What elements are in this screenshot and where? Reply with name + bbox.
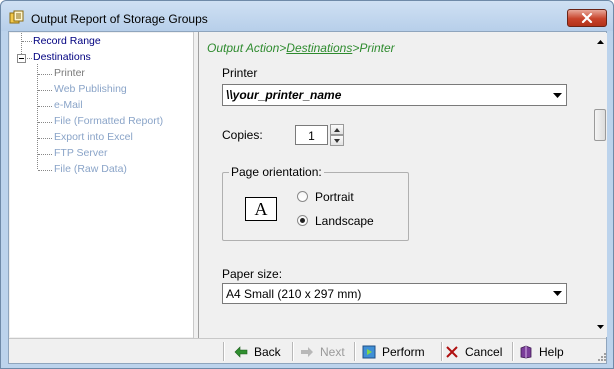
vertical-scrollbar[interactable] xyxy=(593,33,607,337)
cancel-button-label: Cancel xyxy=(465,344,503,359)
cancel-x-icon xyxy=(446,345,458,358)
scroll-down-button[interactable] xyxy=(593,320,607,334)
copies-decrement-button[interactable] xyxy=(330,135,344,146)
help-book-icon xyxy=(520,345,532,358)
breadcrumb: Output Action>Destinations>Printer xyxy=(207,41,395,55)
tree-connector xyxy=(38,74,52,75)
page-icon-glyph: A xyxy=(254,198,268,219)
printer-settings-panel: Output Action>Destinations>Printer Print… xyxy=(199,33,592,337)
button-separator xyxy=(441,342,443,361)
paper-size-select[interactable]: A4 Small (210 x 297 mm) xyxy=(222,283,567,304)
breadcrumb-prefix: Output Action> xyxy=(207,41,287,55)
destination-tree: Record Range Destinations Printer Web Pu… xyxy=(10,33,193,337)
scroll-up-button[interactable] xyxy=(593,35,607,49)
breadcrumb-destinations-link[interactable]: Destinations xyxy=(286,41,352,55)
tree-connector xyxy=(21,33,22,54)
tree-connector xyxy=(27,58,32,59)
perform-icon xyxy=(362,345,376,358)
next-button[interactable]: Next xyxy=(300,341,345,362)
tree-item-export-into-excel[interactable]: Export into Excel xyxy=(54,131,133,144)
dialog-window: Output Report of Storage Groups Record R… xyxy=(0,0,614,369)
next-button-label: Next xyxy=(320,344,345,359)
paper-size-label: Paper size: xyxy=(222,267,283,281)
printer-select[interactable]: \\your_printer_name xyxy=(222,84,567,106)
chevron-down-icon xyxy=(552,291,562,296)
paper-size-dropdown-button[interactable] xyxy=(549,285,565,302)
tree-item-record-range[interactable]: Record Range xyxy=(33,35,101,48)
copies-value: 1 xyxy=(308,129,315,143)
scrollbar-thumb[interactable] xyxy=(594,109,606,141)
back-arrow-icon xyxy=(234,345,248,358)
scroll-down-icon xyxy=(596,325,604,329)
tree-item-email[interactable]: e-Mail xyxy=(54,99,83,112)
page-orientation-legend: Page orientation: xyxy=(229,165,324,179)
tree-connector xyxy=(38,122,52,123)
page-orientation-group: Page orientation: A Portrait Landscape xyxy=(222,165,409,241)
tree-item-web-publishing[interactable]: Web Publishing xyxy=(54,83,127,96)
chevron-down-icon xyxy=(552,92,562,98)
tree-connector xyxy=(38,106,52,107)
spin-up-icon xyxy=(334,127,340,132)
collapse-toggle-icon[interactable] xyxy=(17,54,26,63)
tree-item-file-raw-data[interactable]: File (Raw Data) xyxy=(54,163,127,176)
cancel-button[interactable]: Cancel xyxy=(445,341,502,362)
back-button-label: Back xyxy=(254,344,281,359)
button-separator xyxy=(512,342,514,361)
landscape-radio[interactable] xyxy=(297,215,308,226)
printer-select-value: \\your_printer_name xyxy=(226,88,342,102)
resize-grip-icon[interactable] xyxy=(598,353,606,361)
printer-dropdown-button[interactable] xyxy=(549,86,565,104)
help-button-label: Help xyxy=(539,344,564,359)
close-icon xyxy=(581,13,593,23)
tree-connector xyxy=(38,170,52,171)
button-separator xyxy=(292,342,294,361)
perform-button-label: Perform xyxy=(382,344,425,359)
scroll-up-icon xyxy=(596,40,604,44)
tree-connector xyxy=(38,138,52,139)
back-button[interactable]: Back xyxy=(234,341,281,362)
tree-item-destinations[interactable]: Destinations xyxy=(33,51,91,64)
paper-size-value: A4 Small (210 x 297 mm) xyxy=(226,287,362,301)
button-separator xyxy=(223,342,225,361)
copies-input[interactable]: 1 xyxy=(295,125,328,145)
printer-label: Printer xyxy=(222,66,258,80)
button-separator xyxy=(354,342,356,361)
copies-label: Copies: xyxy=(222,128,263,142)
tree-connector xyxy=(38,154,52,155)
copies-increment-button[interactable] xyxy=(330,124,344,135)
portrait-radio[interactable] xyxy=(297,191,308,202)
tree-item-file-formatted-report[interactable]: File (Formatted Report) xyxy=(54,115,163,128)
title-bar: Output Report of Storage Groups xyxy=(1,1,613,31)
report-app-icon xyxy=(9,10,25,24)
tree-item-ftp-server[interactable]: FTP Server xyxy=(54,147,107,160)
next-arrow-icon xyxy=(301,346,313,357)
perform-button[interactable]: Perform xyxy=(362,341,425,362)
landscape-page-icon: A xyxy=(245,197,277,221)
spin-down-icon xyxy=(334,138,340,143)
help-button[interactable]: Help xyxy=(519,341,564,362)
tree-connector xyxy=(22,41,32,42)
portrait-label: Portrait xyxy=(315,190,354,204)
breadcrumb-suffix: >Printer xyxy=(352,41,395,55)
window-title: Output Report of Storage Groups xyxy=(31,12,208,26)
copies-spinner[interactable] xyxy=(330,124,344,146)
tree-item-printer[interactable]: Printer xyxy=(54,67,85,80)
close-button[interactable] xyxy=(567,9,607,27)
button-bar: Back Next Perform Cancel Help xyxy=(9,338,606,363)
tree-connector xyxy=(38,90,52,91)
landscape-label: Landscape xyxy=(315,214,374,228)
dialog-client-area: Record Range Destinations Printer Web Pu… xyxy=(8,31,607,364)
